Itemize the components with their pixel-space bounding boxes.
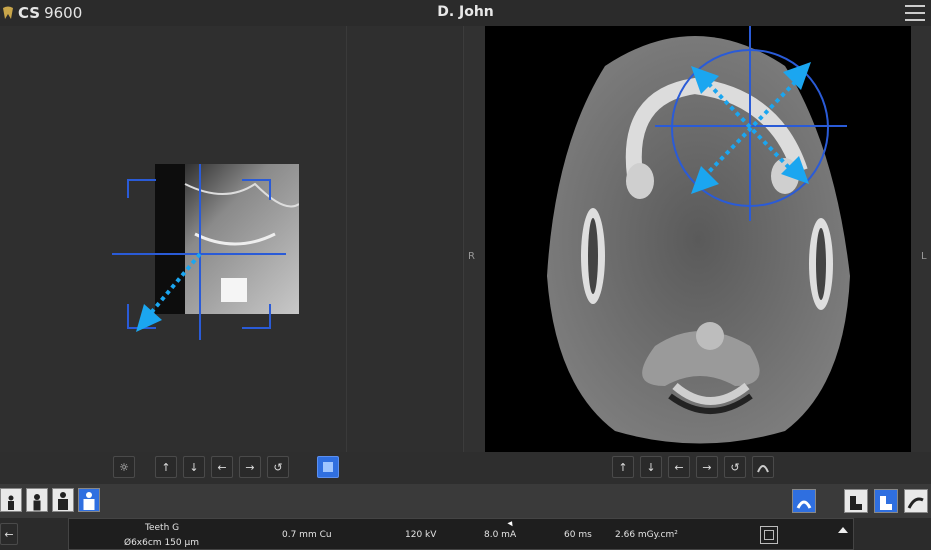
patient-size-selector	[0, 488, 100, 512]
fov-label: Ø6x6cm 150 µm	[124, 538, 199, 548]
arrow-left-icon[interactable]: ←	[211, 456, 233, 478]
axial-left-label: L	[921, 251, 927, 262]
empty-view-panel	[347, 26, 462, 452]
axial-right-label: R	[468, 251, 475, 262]
dental-arch-icon[interactable]	[792, 489, 816, 513]
sagittal-overlay[interactable]	[110, 164, 300, 344]
region-label: Teeth G	[145, 523, 180, 533]
dose-label: 2.66 mGy.cm²	[615, 530, 678, 540]
fov-frame-icon[interactable]	[760, 526, 778, 544]
arrow-up-icon[interactable]: ↑	[155, 456, 177, 478]
arrow-down-icon[interactable]: ↓	[640, 456, 662, 478]
resolution-standard-icon[interactable]	[874, 489, 898, 513]
scout-view-icon[interactable]	[317, 456, 339, 478]
resolution-high-icon[interactable]	[904, 489, 928, 513]
adult-large-icon[interactable]	[78, 488, 100, 512]
arrow-down-icon[interactable]: ↓	[183, 456, 205, 478]
filter-label: 0.7 mm Cu	[282, 530, 332, 540]
arch-view-icon[interactable]	[752, 456, 774, 478]
arrow-right-icon[interactable]: →	[239, 456, 261, 478]
arrow-left-icon[interactable]: ←	[668, 456, 690, 478]
reset-icon[interactable]: ↺	[724, 456, 746, 478]
kv-label: 120 kV	[405, 530, 437, 540]
left-view-toolbar: ☼ ↑ ↓ ← → ↺	[113, 456, 339, 478]
resolution-low-icon[interactable]	[844, 489, 868, 513]
resolution-selector	[844, 489, 928, 513]
adult-medium-icon[interactable]	[52, 488, 74, 512]
arrow-right-icon[interactable]: →	[696, 456, 718, 478]
patient-name: D. John	[437, 4, 494, 20]
axial-image[interactable]	[485, 26, 911, 452]
right-view-toolbar: ↑ ↓ ← → ↺	[612, 456, 774, 478]
back-arrow-icon[interactable]: ←	[0, 523, 18, 545]
brightness-icon[interactable]: ☼	[113, 456, 135, 478]
expand-up-icon[interactable]	[838, 527, 848, 533]
hamburger-menu-icon[interactable]	[905, 5, 925, 21]
ma-label: 8.0 mA	[484, 530, 517, 540]
reset-icon[interactable]: ↺	[267, 456, 289, 478]
arrow-up-icon[interactable]: ↑	[612, 456, 634, 478]
child-icon[interactable]	[26, 488, 48, 512]
time-label: 60 ms	[564, 530, 592, 540]
child-small-icon[interactable]	[0, 488, 22, 512]
